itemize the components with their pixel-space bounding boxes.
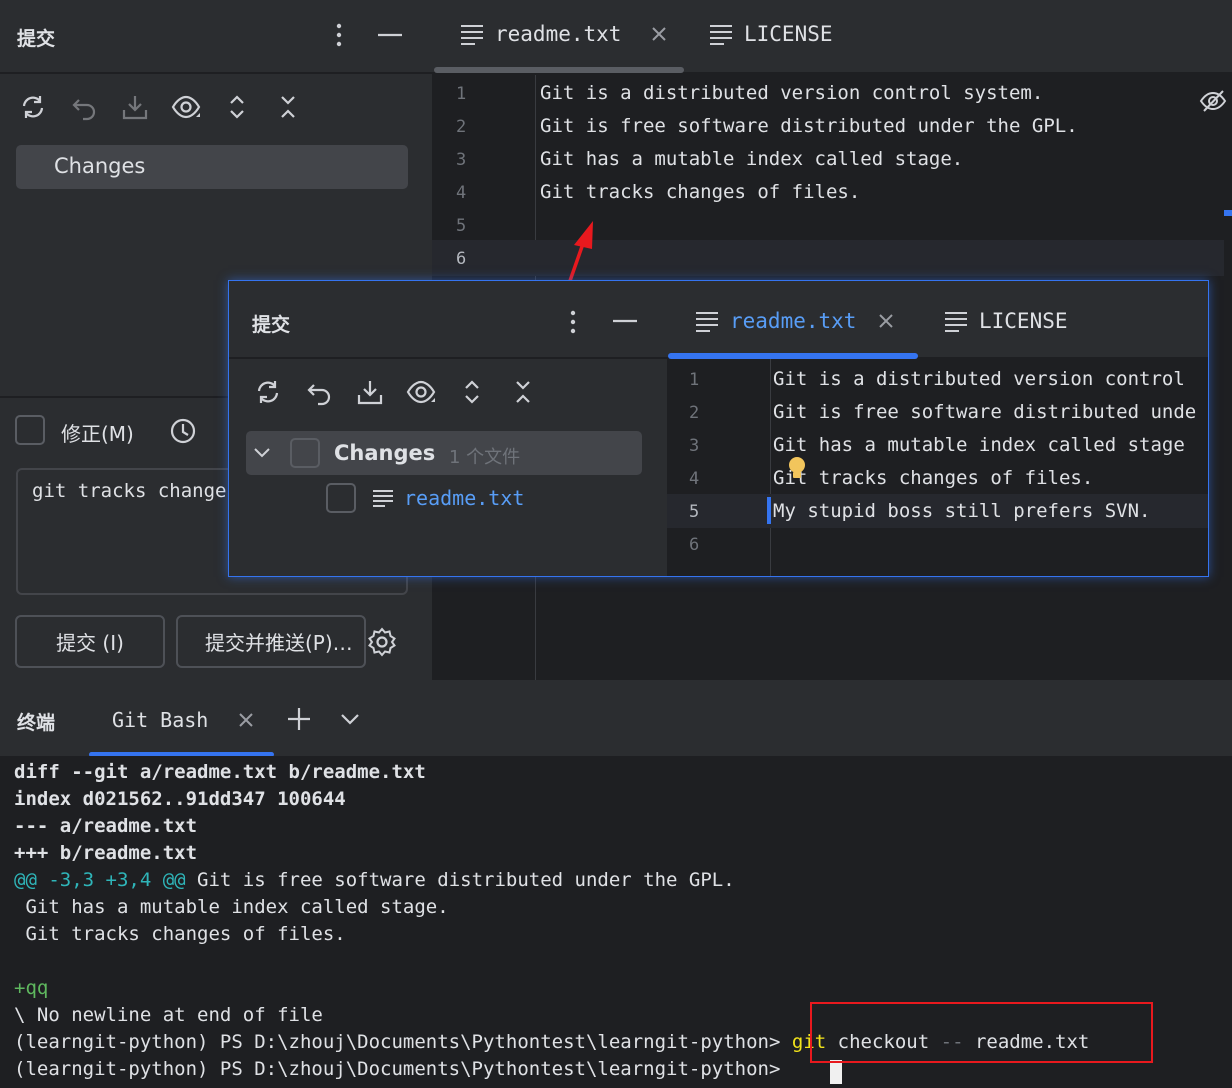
terminal-header: 终端 Git Bash (0, 680, 1232, 757)
text-file-icon (696, 312, 718, 332)
change-marker (767, 497, 771, 524)
divider (229, 357, 667, 359)
plus-icon[interactable] (285, 705, 313, 733)
terminal-output[interactable]: diff --git a/readme.txt b/readme.txt ind… (0, 756, 1232, 1088)
shelve-icon[interactable] (353, 375, 387, 409)
terminal-line: (learngit-python) PS D:\zhouj\Documents\… (14, 1058, 780, 1080)
terminal-cursor (830, 1060, 842, 1084)
text-file-icon (373, 490, 393, 507)
close-icon[interactable] (236, 710, 256, 730)
tab-git-bash[interactable]: Git Bash (112, 708, 208, 732)
hunk-header: @@ -3,3 +3,4 @@ (14, 869, 186, 891)
line-number: 5 (689, 502, 700, 522)
line-number: 1 (689, 370, 700, 390)
terminal-line: Git has a mutable index called stage. (14, 896, 449, 918)
more-options-icon[interactable] (560, 307, 586, 337)
expand-all-icon[interactable] (455, 375, 489, 409)
active-tab-indicator (668, 353, 918, 359)
changes-count: 1 个文件 (449, 447, 521, 468)
code-line[interactable]: Git tracks changes of files. (773, 467, 1093, 489)
terminal-line: index d021562..91dd347 100644 (14, 788, 346, 810)
terminal-line: @@ -3,3 +3,4 @@ Git is free software dis… (14, 869, 735, 891)
terminal-line: --- a/readme.txt (14, 815, 198, 837)
terminal-line: +++ b/readme.txt (14, 842, 198, 864)
gutter-divider (770, 359, 771, 576)
commit-toolbar (251, 375, 540, 409)
line-number: 6 (689, 535, 700, 555)
tab-label: LICENSE (979, 309, 1068, 333)
terminal-line: Git tracks changes of files. (14, 923, 346, 945)
tab-license[interactable]: LICENSE (943, 309, 1068, 333)
text-file-icon (945, 312, 967, 332)
chevron-down-icon[interactable] (251, 442, 273, 464)
panel-title: 提交 (252, 314, 291, 336)
collapse-all-icon[interactable] (506, 375, 540, 409)
tab-readme[interactable]: readme.txt (694, 309, 896, 333)
close-icon[interactable] (876, 311, 896, 331)
changes-label: Changes (334, 441, 436, 465)
chevron-down-icon[interactable] (338, 708, 362, 730)
code-line[interactable]: Git is a distributed version control (773, 368, 1185, 390)
eye-icon[interactable] (404, 375, 438, 409)
minimize-icon[interactable] (609, 308, 641, 334)
lightbulb-icon[interactable] (787, 456, 807, 482)
code-line[interactable]: Git is free software distributed unde (773, 401, 1196, 423)
prompt: (learngit-python) PS D:\zhouj\Documents\… (14, 1031, 781, 1053)
line-number: 2 (689, 403, 700, 423)
line-number: 3 (689, 436, 700, 456)
refresh-icon[interactable] (251, 375, 285, 409)
terminal-line: diff --git a/readme.txt b/readme.txt (14, 761, 426, 783)
terminal-title: 终端 (17, 712, 56, 734)
rollback-icon[interactable] (302, 375, 336, 409)
code-line[interactable]: Git has a mutable index called stage (773, 434, 1185, 456)
code-line[interactable]: My stupid boss still prefers SVN. (773, 500, 1151, 522)
terminal-line: +qq (14, 977, 49, 999)
changes-checkbox[interactable] (290, 438, 320, 468)
hunk-context: Git is free software distributed under t… (185, 869, 735, 891)
prompt: (learngit-python) PS D:\zhouj\Documents\… (14, 1058, 781, 1080)
line-number: 4 (689, 469, 700, 489)
file-name[interactable]: readme.txt (404, 486, 524, 510)
file-checkbox[interactable] (326, 483, 356, 513)
annotation-highlight-box (810, 1002, 1153, 1063)
zoomed-commit-overlay: 提交 Changes 1 个文件 readme.txt readme.txt L… (228, 280, 1209, 577)
overlay-editor: readme.txt LICENSE 1 2 3 4 5 6 Git is a … (667, 281, 1208, 576)
terminal-line: \ No newline at end of file (14, 1004, 323, 1026)
tab-label: readme.txt (730, 309, 857, 333)
